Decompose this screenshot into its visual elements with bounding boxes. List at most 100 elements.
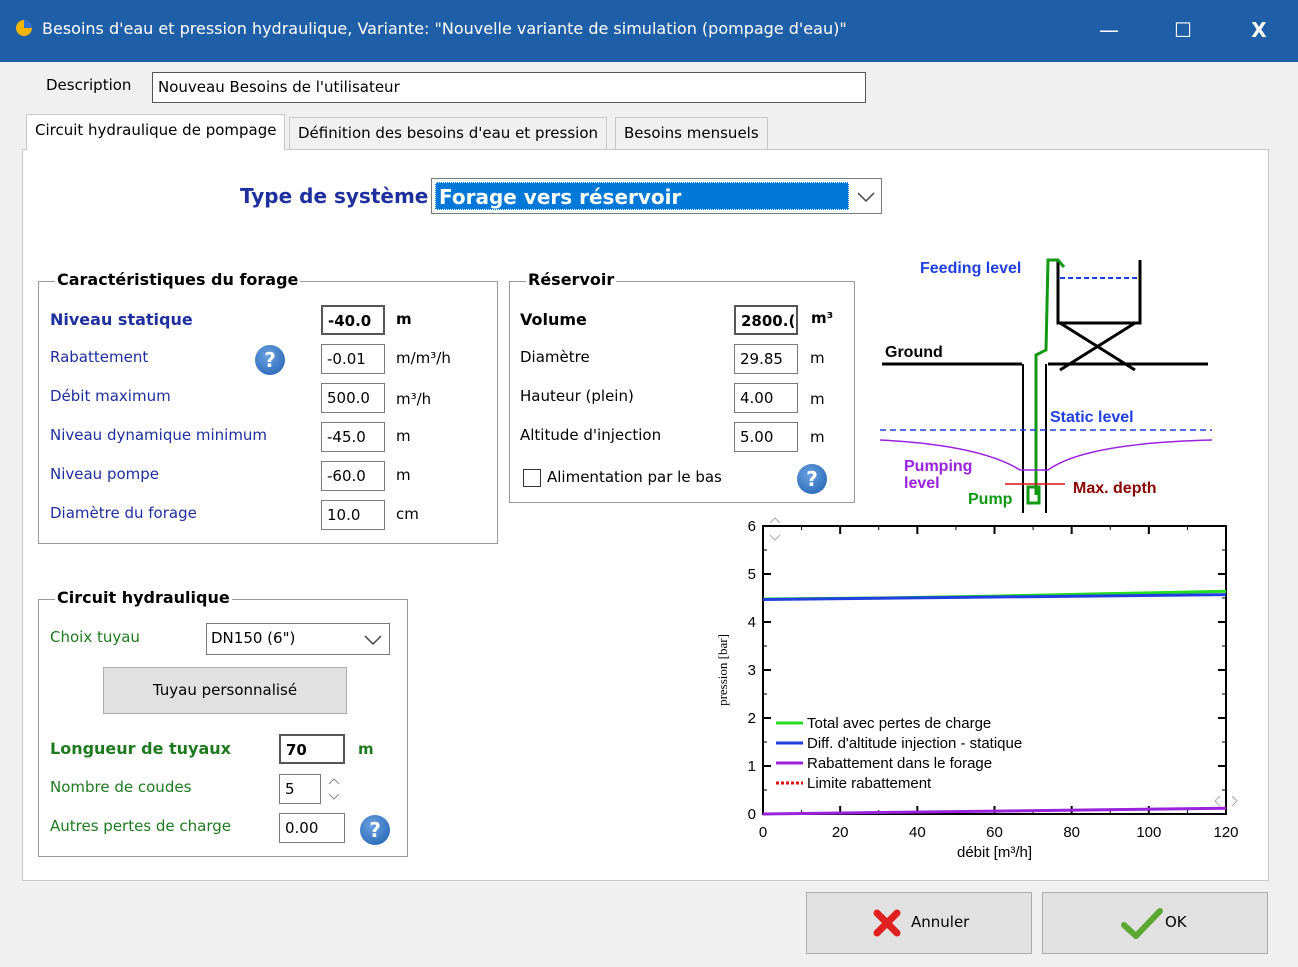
injection-altitude-input[interactable]: 5.00 bbox=[734, 422, 798, 452]
legend-label: Total avec pertes de charge bbox=[807, 715, 991, 732]
chart-hscroll[interactable] bbox=[1208, 792, 1244, 810]
pipe-choice-select[interactable]: DN150 (6") bbox=[206, 623, 390, 655]
stepper-arrows-icon bbox=[328, 778, 340, 800]
forage-group-title: Caractéristiques du forage bbox=[55, 270, 301, 289]
feeding-level-text: Feeding level bbox=[920, 260, 1021, 277]
title-bar: Besoins d'eau et pression hydraulique, V… bbox=[0, 0, 1298, 62]
chevron-down-icon bbox=[857, 192, 875, 203]
system-type-value: Forage vers réservoir bbox=[435, 182, 849, 210]
checkmark-icon bbox=[1121, 908, 1163, 939]
elbows-input[interactable]: 5 bbox=[279, 774, 321, 804]
max-depth-text: Max. depth bbox=[1073, 480, 1157, 497]
pump-level-unit: m bbox=[396, 466, 411, 484]
borehole-diameter-label: Diamètre du forage bbox=[50, 504, 197, 522]
maximize-button[interactable]: ☐ bbox=[1160, 10, 1206, 50]
x-tick-label: 80 bbox=[1063, 824, 1080, 841]
x-tick-label: 20 bbox=[832, 824, 849, 841]
injection-altitude-unit: m bbox=[810, 428, 825, 446]
pump-level-label: Niveau pompe bbox=[50, 465, 160, 483]
minimize-button[interactable]: — bbox=[1086, 10, 1132, 50]
y-tick-label: 0 bbox=[748, 806, 756, 823]
min-dynamic-level-label: Niveau dynamique minimum bbox=[50, 426, 268, 444]
y-axis-label: pression [bar] bbox=[715, 634, 730, 706]
drawdown-unit: m/m³/h bbox=[396, 349, 451, 367]
custom-pipe-button[interactable]: Tuyau personnalisé bbox=[103, 667, 347, 714]
other-losses-input[interactable]: 0.00 bbox=[279, 813, 345, 843]
bottom-feed-checkbox[interactable] bbox=[523, 469, 541, 487]
y-tick-label: 5 bbox=[748, 566, 756, 583]
drawdown-input[interactable]: -0.01 bbox=[321, 344, 385, 374]
cancel-label: Annuler bbox=[911, 913, 970, 931]
min-dynamic-level-unit: m bbox=[396, 427, 411, 445]
reservoir-height-input[interactable]: 4.00 bbox=[734, 383, 798, 413]
tab-besoins-mensuels[interactable]: Besoins mensuels bbox=[615, 117, 768, 150]
elbows-label: Nombre de coudes bbox=[50, 778, 192, 796]
ground-text: Ground bbox=[885, 344, 943, 361]
system-type-select[interactable]: Forage vers réservoir bbox=[431, 178, 882, 214]
tab-circuit-hydraulique[interactable]: Circuit hydraulique de pompage bbox=[26, 114, 286, 150]
pump-level-input[interactable]: -60.0 bbox=[321, 461, 385, 491]
help-icon[interactable]: ? bbox=[797, 464, 827, 494]
max-flow-input[interactable]: 500.0 bbox=[321, 383, 385, 413]
legend-label: Limite rabattement bbox=[807, 775, 932, 792]
chart-scroll-up-icon bbox=[769, 517, 781, 524]
static-level-unit: m bbox=[396, 310, 412, 328]
y-tick-label: 6 bbox=[748, 518, 756, 535]
pressure-chart: 0 20 40 60 80 100 120 0 1 2 3 4 5 6 débit [m³/h] pressi… bbox=[715, 518, 1239, 861]
pipe-choice-value: DN150 (6") bbox=[211, 629, 296, 647]
description-label: Description bbox=[46, 76, 132, 94]
static-level-input[interactable]: -40.0 bbox=[321, 305, 385, 335]
description-input[interactable]: Nouveau Besoins de l'utilisateur bbox=[152, 72, 866, 103]
static-level-label: Niveau statique bbox=[50, 310, 193, 329]
x-tick-label: 0 bbox=[759, 824, 767, 841]
drawdown-label: Rabattement bbox=[50, 348, 149, 366]
borehole-diameter-unit: cm bbox=[396, 505, 419, 523]
max-flow-label: Débit maximum bbox=[50, 387, 171, 405]
close-button[interactable]: X bbox=[1236, 10, 1282, 50]
app-icon bbox=[16, 20, 32, 36]
window-title: Besoins d'eau et pression hydraulique, V… bbox=[42, 19, 847, 38]
legend-label: Rabattement dans le forage bbox=[807, 755, 992, 772]
pipe-length-unit: m bbox=[358, 740, 374, 758]
reservoir-height-unit: m bbox=[810, 390, 825, 408]
ok-button[interactable]: OK bbox=[1042, 892, 1268, 954]
min-dynamic-level-input[interactable]: -45.0 bbox=[321, 422, 385, 452]
reservoir-diameter-label: Diamètre bbox=[520, 348, 590, 366]
static-level-text: Static level bbox=[1050, 409, 1134, 426]
x-tick-label: 60 bbox=[986, 824, 1003, 841]
y-tick-label: 2 bbox=[748, 710, 756, 727]
x-tick-label: 120 bbox=[1213, 824, 1238, 841]
max-flow-unit: m³/h bbox=[396, 390, 432, 408]
tab-definition-besoins[interactable]: Définition des besoins d'eau et pression bbox=[289, 117, 608, 150]
chart-scroll-left-icon bbox=[1214, 795, 1221, 807]
volume-unit: m³ bbox=[811, 309, 834, 327]
volume-input[interactable]: 2800.( bbox=[734, 305, 798, 335]
help-icon[interactable]: ? bbox=[255, 345, 285, 375]
chart-scroll-right-icon bbox=[1231, 795, 1238, 807]
chart-scroll-down-icon bbox=[769, 534, 781, 541]
y-tick-label: 4 bbox=[748, 614, 756, 631]
reservoir-diameter-input[interactable]: 29.85 bbox=[734, 344, 798, 374]
help-icon[interactable]: ? bbox=[360, 815, 390, 845]
y-tick-label: 3 bbox=[748, 662, 756, 679]
x-tick-label: 100 bbox=[1136, 824, 1161, 841]
injection-altitude-label: Altitude d'injection bbox=[520, 426, 662, 444]
pipe-choice-label: Choix tuyau bbox=[50, 628, 140, 646]
pumping-level-text: Pumping bbox=[904, 458, 972, 475]
pipe-length-input[interactable]: 70 bbox=[279, 734, 345, 764]
circuit-group-title: Circuit hydraulique bbox=[55, 588, 232, 607]
other-losses-label: Autres pertes de charge bbox=[50, 817, 232, 835]
chart-vscroll[interactable] bbox=[766, 511, 784, 547]
reservoir-group-title: Réservoir bbox=[526, 270, 617, 289]
volume-label: Volume bbox=[520, 310, 587, 329]
reservoir-diameter-unit: m bbox=[810, 349, 825, 367]
legend-label: Diff. d'altitude injection - statique bbox=[807, 735, 1022, 752]
ok-label: OK bbox=[1165, 913, 1187, 931]
borehole-diameter-input[interactable]: 10.0 bbox=[321, 500, 385, 530]
cancel-button[interactable]: Annuler bbox=[806, 892, 1032, 954]
reservoir-height-label: Hauteur (plein) bbox=[520, 387, 634, 405]
elbows-stepper[interactable] bbox=[324, 774, 344, 804]
x-tick-label: 40 bbox=[909, 824, 926, 841]
system-type-label: Type de système bbox=[240, 184, 429, 208]
bottom-feed-label: Alimentation par le bas bbox=[547, 468, 722, 486]
